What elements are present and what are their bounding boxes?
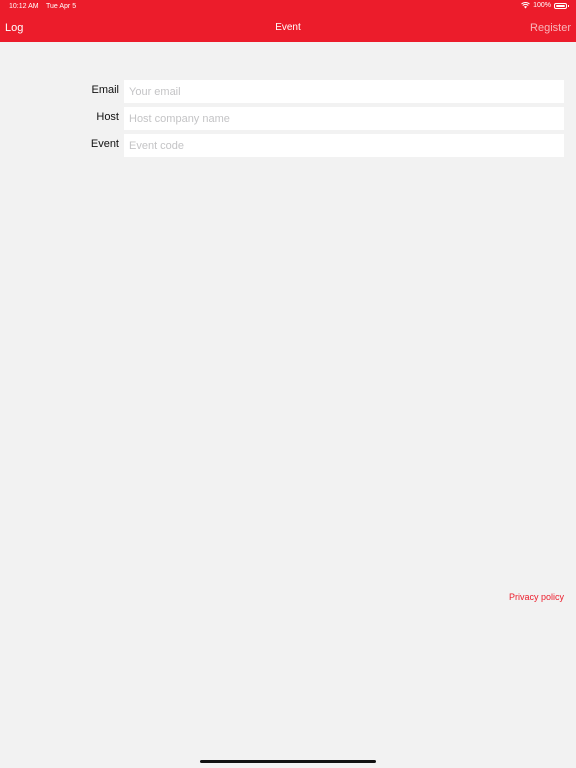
email-row: Email: [0, 80, 576, 103]
navigation-bar: Log Event Register: [0, 14, 576, 42]
register-button[interactable]: Register: [530, 22, 571, 34]
battery-icon: [554, 2, 569, 9]
event-label: Event: [90, 138, 119, 150]
wifi-icon: [521, 2, 530, 9]
host-row: Host: [0, 107, 576, 130]
event-row: Event: [0, 134, 576, 157]
status-time: 10:12 AM: [9, 3, 39, 10]
email-field[interactable]: [124, 80, 564, 103]
host-label: Host: [96, 111, 119, 123]
event-code-field[interactable]: [124, 134, 564, 157]
host-field[interactable]: [124, 107, 564, 130]
event-form: Email Host Event: [0, 80, 576, 161]
email-label: Email: [91, 84, 119, 96]
status-date: Tue Apr 5: [46, 3, 77, 10]
status-indicators: 100%: [521, 2, 569, 9]
battery-percent: 100%: [533, 2, 551, 9]
home-indicator[interactable]: [200, 760, 376, 763]
status-bar: 10:12 AM Tue Apr 5 100%: [0, 0, 576, 14]
page-title: Event: [275, 22, 301, 33]
privacy-policy-link[interactable]: Privacy policy: [509, 592, 564, 602]
